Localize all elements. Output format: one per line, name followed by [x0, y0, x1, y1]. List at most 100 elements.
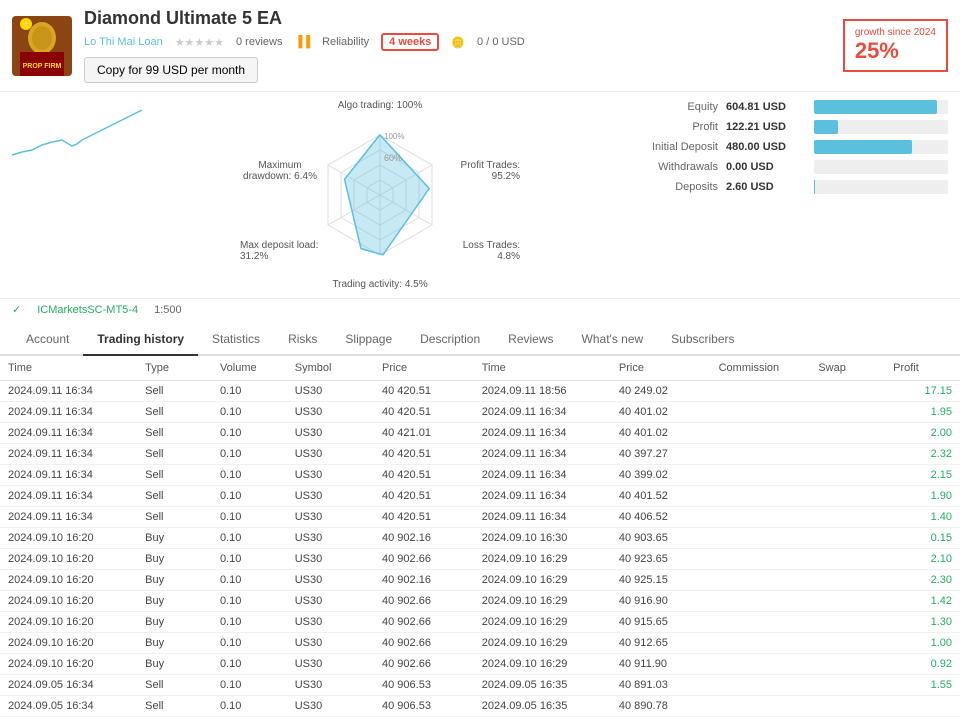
broker-info: ✓ ICMarketsSC-MT5-4 1:500: [0, 298, 960, 320]
table-cell: Sell: [137, 444, 212, 465]
table-cell: Buy: [137, 612, 212, 633]
table-cell: 2024.09.11 16:34: [0, 444, 137, 465]
table-cell: 2.10: [885, 549, 960, 570]
tab-description[interactable]: Description: [406, 324, 494, 356]
initial-deposit-row: Initial Deposit 480.00 USD: [608, 140, 948, 154]
table-cell: 0.10: [212, 549, 287, 570]
table-cell: 1.95: [885, 402, 960, 423]
tab-whats-new[interactable]: What's new: [568, 324, 658, 356]
table-cell: 40 891.03: [611, 675, 711, 696]
tab-account[interactable]: Account: [12, 324, 83, 356]
table-cell: 2024.09.10 16:20: [0, 612, 137, 633]
table-cell: 40 401.52: [611, 486, 711, 507]
table-cell: 1.00: [885, 633, 960, 654]
table-cell: 40 420.51: [374, 507, 474, 528]
table-cell: 2024.09.11 16:34: [474, 423, 611, 444]
table-row: 2024.09.10 16:20Buy0.10US3040 902.662024…: [0, 549, 960, 570]
table-cell: 40 902.66: [374, 612, 474, 633]
table-cell: 40 420.51: [374, 402, 474, 423]
tab-trading-history[interactable]: Trading history: [83, 324, 198, 356]
table-cell: 0.10: [212, 675, 287, 696]
table-cell: 40 902.66: [374, 549, 474, 570]
table-cell: 2024.09.10 16:29: [474, 633, 611, 654]
table-cell: US30: [287, 507, 374, 528]
table-cell: 2024.09.11 16:34: [0, 486, 137, 507]
initial-deposit-bar: [814, 140, 912, 154]
table-cell: [711, 423, 811, 444]
page-title: Diamond Ultimate 5 EA: [84, 8, 831, 29]
table-cell: 0.10: [212, 654, 287, 675]
table-row: 2024.09.11 16:34Sell0.10US3040 420.51202…: [0, 381, 960, 402]
table-cell: Sell: [137, 675, 212, 696]
tab-reviews[interactable]: Reviews: [494, 324, 567, 356]
table-row: 2024.09.11 16:34Sell0.10US3040 421.01202…: [0, 423, 960, 444]
table-cell: US30: [287, 381, 374, 402]
table-cell: 40 890.78: [611, 696, 711, 717]
table-cell: Buy: [137, 591, 212, 612]
table-cell: Sell: [137, 696, 212, 717]
table-cell: 0.10: [212, 423, 287, 444]
col-header-volume: Volume: [212, 356, 287, 381]
table-cell: 40 401.02: [611, 402, 711, 423]
col-header-type: Type: [137, 356, 212, 381]
tab-slippage[interactable]: Slippage: [331, 324, 406, 356]
table-cell: 40 399.02: [611, 465, 711, 486]
radar-center-label: 60%: [384, 153, 402, 163]
table-cell: [810, 465, 885, 486]
table-cell: 2024.09.11 16:34: [474, 402, 611, 423]
withdrawals-value: 0.00 USD: [726, 161, 806, 173]
table-cell: 40 397.27: [611, 444, 711, 465]
table-cell: 1.42: [885, 591, 960, 612]
weeks-badge: 4 weeks: [381, 33, 439, 51]
table-cell: 2024.09.11 16:34: [474, 444, 611, 465]
check-icon: ✓: [12, 303, 21, 316]
table-cell: 2024.09.11 16:34: [474, 486, 611, 507]
table-cell: 2024.09.11 18:56: [474, 381, 611, 402]
table-cell: 40 401.02: [611, 423, 711, 444]
table-cell: [810, 591, 885, 612]
table-cell: [810, 423, 885, 444]
radar-svg: 60% 100%: [240, 100, 520, 290]
table-cell: [810, 486, 885, 507]
page-header: PROP FIRM ⭐ Diamond Ultimate 5 EA Lo Thi…: [0, 0, 960, 92]
table-cell: 1.40: [885, 507, 960, 528]
mini-chart-panel: [12, 100, 152, 163]
equity-bar-container: [814, 100, 948, 114]
table-cell: 40 912.65: [611, 633, 711, 654]
table-cell: 0.10: [212, 402, 287, 423]
equity-row: Equity 604.81 USD: [608, 100, 948, 114]
coin-icon: 🪙: [451, 36, 465, 49]
table-cell: [711, 444, 811, 465]
table-cell: 40 903.65: [611, 528, 711, 549]
profit-row: Profit 122.21 USD: [608, 120, 948, 134]
table-cell: [711, 612, 811, 633]
table-row: 2024.09.10 16:20Buy0.10US3040 902.162024…: [0, 528, 960, 549]
table-cell: 2024.09.10 16:20: [0, 549, 137, 570]
table-cell: 0.10: [212, 612, 287, 633]
deposits-bar: [814, 180, 815, 194]
col-header-time2: Time: [474, 356, 611, 381]
tab-risks[interactable]: Risks: [274, 324, 331, 356]
table-cell: [810, 570, 885, 591]
table-row: 2024.09.11 16:34Sell0.10US3040 420.51202…: [0, 402, 960, 423]
table-cell: US30: [287, 633, 374, 654]
broker-name: ICMarketsSC-MT5-4: [37, 304, 138, 316]
tab-subscribers[interactable]: Subscribers: [657, 324, 748, 356]
tab-statistics[interactable]: Statistics: [198, 324, 274, 356]
table-cell: US30: [287, 444, 374, 465]
table-cell: Buy: [137, 549, 212, 570]
table-cell: 2024.09.05 16:35: [474, 696, 611, 717]
table-cell: 2024.09.11 16:34: [474, 465, 611, 486]
profit-bar-container: [814, 120, 948, 134]
table-cell: 2.32: [885, 444, 960, 465]
table-cell: US30: [287, 612, 374, 633]
table-cell: [810, 675, 885, 696]
table-cell: US30: [287, 486, 374, 507]
table-cell: 2024.09.10 16:29: [474, 549, 611, 570]
initial-deposit-value: 480.00 USD: [726, 141, 806, 153]
stats-panel: Equity 604.81 USD Profit 122.21 USD Init…: [608, 100, 948, 200]
table-cell: Sell: [137, 507, 212, 528]
table-cell: 40 923.65: [611, 549, 711, 570]
table-container: Time Type Volume Symbol Price Time Price…: [0, 356, 960, 717]
copy-button[interactable]: Copy for 99 USD per month: [84, 57, 258, 83]
